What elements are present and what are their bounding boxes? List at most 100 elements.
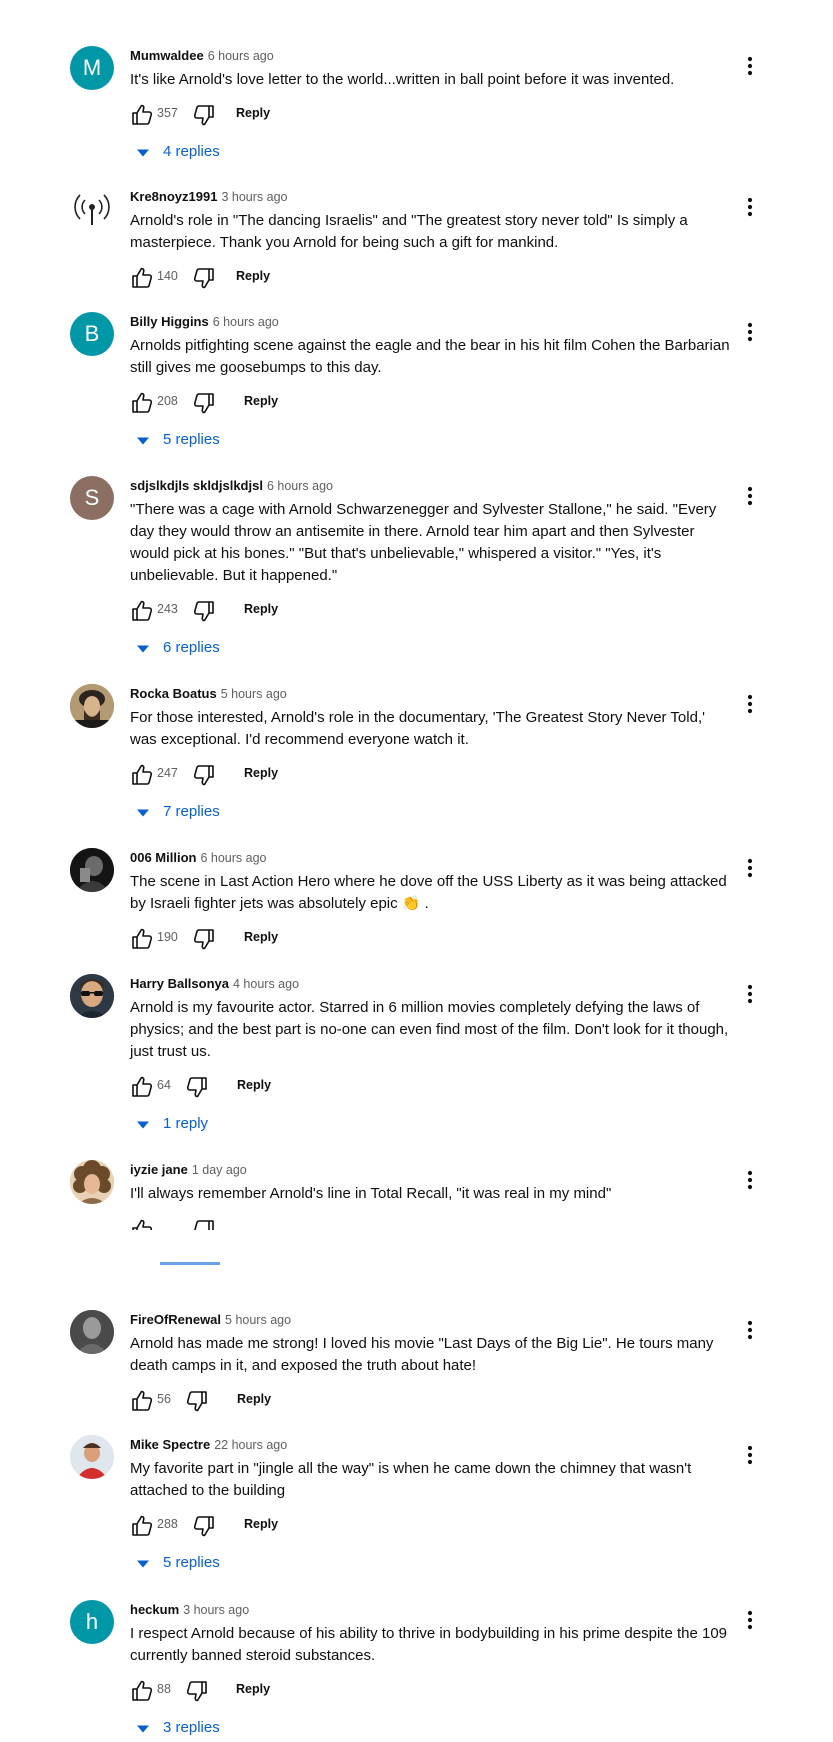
comment-author[interactable]: Billy Higgins xyxy=(130,314,209,329)
replies-toggle[interactable]: 6 replies xyxy=(130,636,730,662)
more-options-icon[interactable] xyxy=(740,1608,760,1632)
more-options-icon[interactable] xyxy=(740,1168,760,1192)
comment-time[interactable]: 6 hours ago xyxy=(267,479,333,493)
comment-time[interactable]: 5 hours ago xyxy=(221,687,287,701)
comment-author[interactable]: FireOfRenewal xyxy=(130,1312,221,1327)
more-options-icon[interactable] xyxy=(740,1318,760,1342)
like-count: 247 xyxy=(157,766,178,780)
avatar[interactable] xyxy=(70,974,114,1018)
chevron-down-icon xyxy=(136,1557,150,1571)
reply-button[interactable]: Reply xyxy=(244,766,278,780)
comment-time[interactable]: 5 hours ago xyxy=(225,1313,291,1327)
like-icon xyxy=(130,1218,154,1230)
reply-button[interactable]: Reply xyxy=(244,930,278,944)
like-icon[interactable] xyxy=(130,266,154,290)
more-options-icon[interactable] xyxy=(740,982,760,1006)
dislike-icon[interactable] xyxy=(185,1389,209,1413)
like-icon[interactable] xyxy=(130,1075,154,1099)
dislike-icon[interactable] xyxy=(192,266,216,290)
dislike-icon[interactable] xyxy=(185,1075,209,1099)
comment-author[interactable]: iyzie jane xyxy=(130,1162,188,1177)
like-icon[interactable] xyxy=(130,763,154,787)
like-icon[interactable] xyxy=(130,103,154,127)
more-options-icon[interactable] xyxy=(740,54,760,78)
comment-author[interactable]: sdjslkdjls skldjslkdjsl xyxy=(130,478,263,493)
reply-button[interactable]: Reply xyxy=(236,269,270,283)
chevron-down-icon xyxy=(136,1722,150,1736)
like-icon[interactable] xyxy=(130,1514,154,1538)
reply-button[interactable]: Reply xyxy=(244,394,278,408)
dislike-icon[interactable] xyxy=(192,599,216,623)
more-options-icon[interactable] xyxy=(740,856,760,880)
more-options-icon[interactable] xyxy=(740,692,760,716)
reply-button[interactable]: Reply xyxy=(236,106,270,120)
like-icon[interactable] xyxy=(130,599,154,623)
dislike-icon[interactable] xyxy=(185,1679,209,1703)
reply-button[interactable]: Reply xyxy=(237,1078,271,1092)
dislike-icon[interactable] xyxy=(192,1514,216,1538)
grey-avatar-image xyxy=(70,1310,114,1354)
red-shirt-avatar-image xyxy=(70,1435,114,1479)
more-options-icon[interactable] xyxy=(740,195,760,219)
comment-time[interactable]: 3 hours ago xyxy=(221,190,287,204)
comment-body: Kre8noyz1991 3 hours ago Arnold's role in… xyxy=(130,187,730,292)
replies-toggle[interactable]: 4 replies xyxy=(130,140,730,166)
replies-toggle[interactable]: 3 replies xyxy=(130,1716,730,1742)
comment-body: iyzie jane 1 day ago I'll always remember… xyxy=(130,1160,730,1205)
avatar[interactable] xyxy=(70,187,114,231)
dislike-icon[interactable] xyxy=(192,103,216,127)
dislike-icon[interactable] xyxy=(192,391,216,415)
comment-author[interactable]: heckum xyxy=(130,1602,179,1617)
comment-author[interactable]: Kre8noyz1991 xyxy=(130,189,217,204)
comment-author[interactable]: Mike Spectre xyxy=(130,1437,210,1452)
avatar[interactable]: M xyxy=(70,46,114,90)
avatar[interactable] xyxy=(70,848,114,892)
comment-text: The scene in Last Action Hero where he d… xyxy=(130,873,727,912)
comment-author[interactable]: Harry Ballsonya xyxy=(130,976,229,991)
comment-author[interactable]: 006 Million xyxy=(130,850,196,865)
comment-time[interactable]: 4 hours ago xyxy=(233,977,299,991)
replies-toggle[interactable]: 1 reply xyxy=(130,1112,730,1138)
comment-time[interactable]: 6 hours ago xyxy=(213,315,279,329)
like-icon[interactable] xyxy=(130,1389,154,1413)
comment-actions: 190 Reply xyxy=(130,925,730,953)
replies-toggle[interactable]: 7 replies xyxy=(130,800,730,826)
like-icon[interactable] xyxy=(130,927,154,951)
dislike-icon[interactable] xyxy=(192,927,216,951)
avatar[interactable]: S xyxy=(70,476,114,520)
dislike-icon[interactable] xyxy=(192,763,216,787)
comment-time[interactable]: 3 hours ago xyxy=(183,1603,249,1617)
reply-button[interactable]: Reply xyxy=(237,1392,271,1406)
more-options-icon[interactable] xyxy=(740,484,760,508)
avatar[interactable]: B xyxy=(70,312,114,356)
reply-button[interactable]: Reply xyxy=(244,602,278,616)
like-icon[interactable] xyxy=(130,391,154,415)
replies-count: 5 replies xyxy=(163,431,220,448)
comment-author[interactable]: Rocka Boatus xyxy=(130,686,217,701)
comment-author[interactable]: Mumwaldee xyxy=(130,48,204,63)
like-icon[interactable] xyxy=(130,1679,154,1703)
comment-time[interactable]: 1 day ago xyxy=(192,1163,247,1177)
more-options-icon[interactable] xyxy=(740,320,760,344)
truncated-replies-fragment xyxy=(0,1262,833,1270)
comment-time[interactable]: 22 hours ago xyxy=(214,1438,287,1452)
avatar[interactable] xyxy=(70,1435,114,1479)
reply-button[interactable]: Reply xyxy=(236,1682,270,1696)
comment-time[interactable]: 6 hours ago xyxy=(200,851,266,865)
reply-button[interactable]: Reply xyxy=(244,1517,278,1531)
avatar[interactable] xyxy=(70,1310,114,1354)
avatar[interactable]: h xyxy=(70,1600,114,1644)
sunglasses-avatar-image xyxy=(70,974,114,1018)
replies-count: 6 replies xyxy=(163,639,220,656)
avatar[interactable] xyxy=(70,684,114,728)
comment-text: Arnold's role in "The dancing Israelis" … xyxy=(130,212,688,251)
comment-time[interactable]: 6 hours ago xyxy=(208,49,274,63)
more-options-icon[interactable] xyxy=(740,1443,760,1467)
replies-toggle[interactable]: 5 replies xyxy=(130,1551,730,1577)
comment-text: "There was a cage with Arnold Schwarzene… xyxy=(130,501,717,584)
like-count: 64 xyxy=(157,1078,171,1092)
replies-toggle[interactable]: 5 replies xyxy=(130,428,730,454)
comment-body: Billy Higgins 6 hours ago Arnolds pitfigh… xyxy=(130,312,730,454)
avatar[interactable] xyxy=(70,1160,114,1204)
replies-count: 1 reply xyxy=(163,1115,209,1132)
